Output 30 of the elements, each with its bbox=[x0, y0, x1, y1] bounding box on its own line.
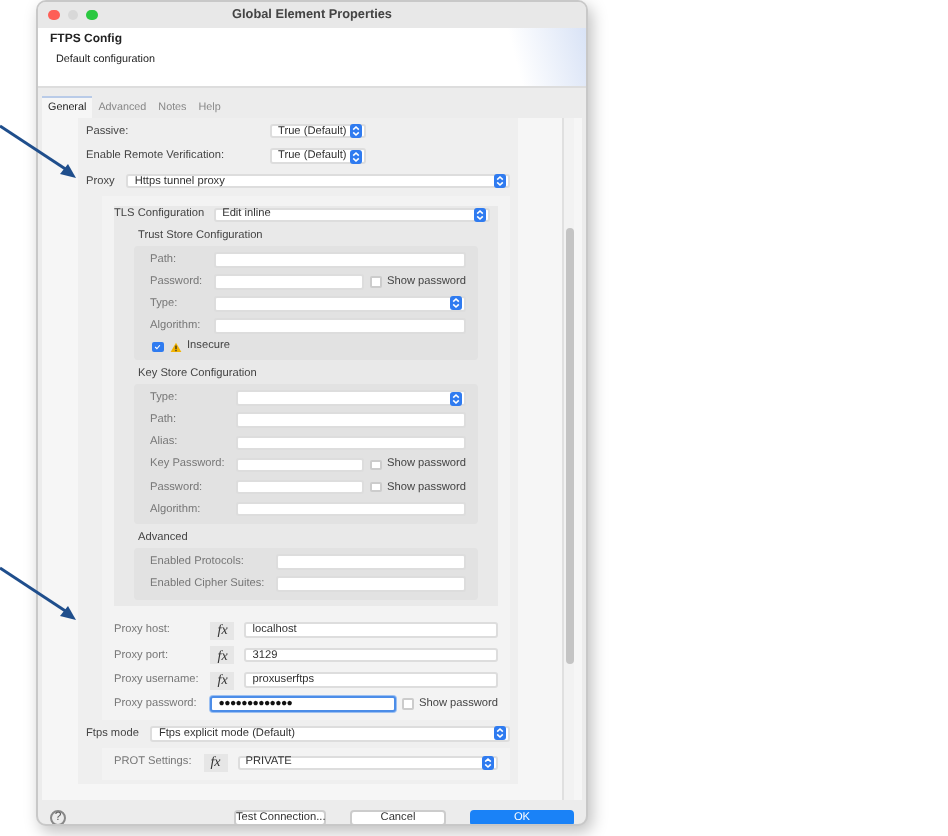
stepper-icon bbox=[494, 726, 506, 741]
text-field[interactable] bbox=[236, 412, 466, 428]
zoom-button[interactable] bbox=[86, 9, 97, 21]
stepper-icon bbox=[350, 124, 362, 138]
checkbox[interactable] bbox=[370, 276, 381, 288]
stepper-icon bbox=[450, 391, 462, 406]
pointer-arrow bbox=[0, 124, 80, 180]
text-field[interactable] bbox=[214, 252, 466, 267]
stepper-icon bbox=[450, 296, 462, 311]
stepper-icon bbox=[350, 149, 362, 163]
stepper-icon bbox=[494, 174, 506, 188]
checkbox[interactable] bbox=[370, 481, 381, 493]
text-field[interactable] bbox=[276, 576, 466, 592]
dropdown[interactable] bbox=[214, 296, 466, 312]
close-button[interactable] bbox=[48, 9, 59, 21]
pointer-arrow bbox=[0, 566, 80, 622]
password-field[interactable] bbox=[236, 457, 364, 473]
checkbox[interactable] bbox=[370, 459, 381, 471]
stepper-icon bbox=[482, 755, 494, 770]
text-field[interactable] bbox=[236, 501, 466, 517]
stepper-icon bbox=[474, 207, 486, 222]
password-field[interactable] bbox=[236, 479, 364, 495]
dropdown[interactable] bbox=[236, 390, 466, 406]
text-field[interactable] bbox=[236, 435, 466, 451]
checkbox[interactable] bbox=[402, 698, 413, 710]
text-field[interactable] bbox=[276, 554, 466, 570]
scrollbar[interactable] bbox=[562, 118, 574, 800]
checkbox[interactable] bbox=[152, 341, 163, 353]
password-field[interactable] bbox=[214, 274, 364, 290]
text-field[interactable] bbox=[214, 318, 466, 334]
